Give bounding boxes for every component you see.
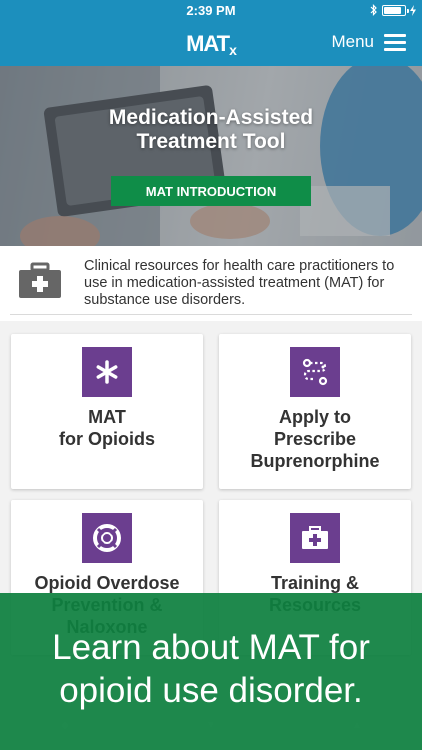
divider — [10, 314, 412, 315]
card-mat-for-opioids[interactable]: MAT for Opioids — [11, 334, 203, 489]
hero-title: Medication-Assisted Treatment Tool — [0, 106, 422, 154]
charging-icon — [410, 4, 416, 16]
status-bar: 2:39 PM — [0, 0, 422, 22]
hero-title-line1: Medication-Assisted — [108, 106, 314, 129]
intro-text: Clinical resources for health care pract… — [84, 258, 395, 308]
menu-label: Menu — [331, 32, 374, 51]
mat-introduction-button[interactable]: MAT INTRODUCTION — [111, 176, 311, 206]
promo-text: Learn about MAT for opioid use disorder. — [0, 626, 422, 712]
card-label: Apply to Prescribe Buprenorphine — [250, 407, 380, 471]
promo-banner: Learn about MAT for opioid use disorder. — [0, 593, 422, 750]
status-icons — [370, 4, 416, 16]
card-label: MAT for Opioids — [59, 407, 155, 449]
route-icon — [290, 347, 340, 397]
menu-button[interactable]: Menu — [331, 32, 406, 52]
hamburger-icon — [384, 34, 406, 51]
medical-kit-icon — [19, 262, 61, 298]
promo-line1: Learn about MAT for — [52, 628, 370, 667]
status-time: 2:39 PM — [186, 3, 236, 18]
hero-title-line2: Treatment Tool — [136, 130, 286, 153]
medical-kit-icon — [290, 513, 340, 563]
logo-main: MAT — [186, 31, 230, 56]
lifebuoy-icon — [82, 513, 132, 563]
asterisk-icon — [82, 347, 132, 397]
battery-icon — [382, 4, 409, 16]
intro-section: Clinical resources for health care pract… — [0, 246, 422, 321]
promo-line2: opioid use disorder. — [59, 671, 363, 710]
hero-banner: Medication-Assisted Treatment Tool MAT I… — [0, 66, 422, 246]
logo-sub: x — [229, 42, 237, 58]
app-header: MATx Menu — [0, 22, 422, 66]
card-apply-to-prescribe[interactable]: Apply to Prescribe Buprenorphine — [219, 334, 411, 489]
bluetooth-icon — [370, 4, 377, 16]
